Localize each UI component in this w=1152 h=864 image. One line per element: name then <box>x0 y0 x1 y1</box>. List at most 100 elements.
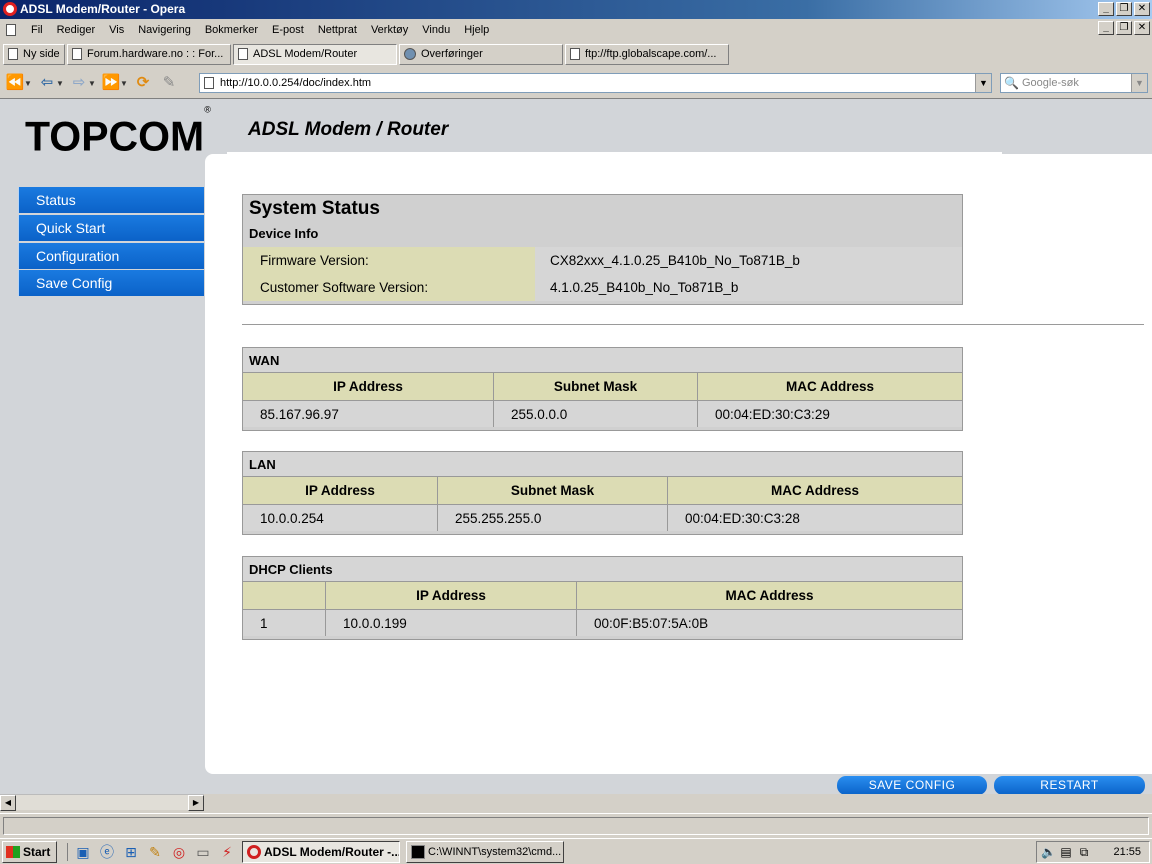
save-config-button[interactable]: SAVE CONFIG <box>837 776 987 794</box>
task-cmd[interactable]: C:\WINNT\system32\cmd... <box>406 840 564 863</box>
back-icon[interactable]: ⇦ <box>36 73 58 93</box>
cell-subnet-mask: 255.255.255.0 <box>438 504 668 531</box>
nav-save-config[interactable]: Save Config <box>18 270 204 297</box>
tab-label: ADSL Modem/Router <box>253 48 358 60</box>
tab-ftp-globalscape[interactable]: ftp://ftp.globalscape.com/... <box>565 43 729 65</box>
search-dropdown-icon[interactable]: ▼ <box>1131 74 1147 92</box>
system-tray: 🔈 ▤ ⧉ 21:55 <box>1036 841 1150 863</box>
desktop-icon[interactable]: ▣ <box>74 843 92 861</box>
menu-vindu[interactable]: Vindu <box>415 24 457 36</box>
menu-rediger[interactable]: Rediger <box>50 24 103 36</box>
reload-icon[interactable]: ⟳ <box>132 73 154 93</box>
nav-quick-start[interactable]: Quick Start <box>18 214 204 241</box>
forward-icon[interactable]: ⇨ <box>68 73 90 93</box>
header-subnet-mask: Subnet Mask <box>438 477 668 504</box>
tab-transfers[interactable]: Overføringer <box>399 43 563 65</box>
menu-verktoy[interactable]: Verktøy <box>364 24 415 36</box>
menu-hjelp[interactable]: Hjelp <box>457 24 496 36</box>
console-icon <box>411 844 425 859</box>
taskbar: Start ▣ ⓔ ⊞ ✎ ◎ ▭ ⚡ ADSL Modem/Router -.… <box>0 838 1152 864</box>
internet-explorer-icon[interactable]: ⓔ <box>98 843 116 861</box>
menu-e-post[interactable]: E-post <box>265 24 311 36</box>
search-field[interactable]: 🔍 Google-søk ▼ <box>1000 73 1148 93</box>
doc-restore-button[interactable]: ❐ <box>1116 21 1132 35</box>
cell-ip-address: 10.0.0.254 <box>243 504 438 531</box>
tab-forum-hardware[interactable]: Forum.hardware.no : : For... <box>67 43 231 65</box>
header-mac-address: MAC Address <box>577 582 962 609</box>
back-dropdown-icon[interactable]: ▼ <box>56 79 64 88</box>
tab-adsl-router[interactable]: ADSL Modem/Router <box>233 43 397 65</box>
document-icon <box>6 24 16 36</box>
page-icon <box>570 48 580 60</box>
doc-minimize-button[interactable]: _ <box>1098 21 1114 35</box>
fast-forward-dropdown-icon[interactable]: ▼ <box>120 79 128 88</box>
address-field[interactable]: http://10.0.0.254/doc/index.htm ▼ <box>199 73 992 93</box>
status-bar <box>0 813 1152 837</box>
nav-configuration[interactable]: Configuration <box>18 242 204 269</box>
table-header-row: IP Address Subnet Mask MAC Address <box>243 373 962 400</box>
task-label: C:\WINNT\system32\cmd... <box>428 845 562 858</box>
tab-label: ftp://ftp.globalscape.com/... <box>585 48 717 60</box>
info-value: 4.1.0.25_B410b_No_To871B_b <box>535 274 962 301</box>
menu-fil[interactable]: Fil <box>24 24 50 36</box>
page-icon <box>204 77 214 89</box>
tab-label: Ny side <box>23 48 60 60</box>
menu-bokmerker[interactable]: Bokmerker <box>198 24 265 36</box>
nav-status[interactable]: Status <box>18 187 204 213</box>
side-navigation: Status Quick Start Configuration Save Co… <box>18 187 204 298</box>
network-tray-icon[interactable]: ⧉ <box>1077 845 1091 859</box>
navigation-bar: ⏪ ▼ ⇦ ▼ ⇨ ▼ ⏩ ▼ ⟳ ✎ http://10.0.0.254/doc/in… <box>0 68 1152 98</box>
rewind-icon[interactable]: ⏪ <box>4 73 26 93</box>
pencil-icon[interactable]: ✎ <box>146 843 164 861</box>
rewind-dropdown-icon[interactable]: ▼ <box>24 79 32 88</box>
fast-forward-icon[interactable]: ⏩ <box>100 73 122 93</box>
quick-launch: ▣ ⓔ ⊞ ✎ ◎ ▭ ⚡ <box>67 842 236 861</box>
menu-bar: Fil Rediger Vis Navigering Bokmerker E-p… <box>0 19 1152 41</box>
address-dropdown-icon[interactable]: ▼ <box>975 74 991 92</box>
network-icon[interactable]: ⊞ <box>122 843 140 861</box>
search-placeholder: Google-søk <box>1022 77 1079 89</box>
table-header-row: IP Address Subnet Mask MAC Address <box>243 477 962 504</box>
scroll-right-icon[interactable]: ▶ <box>188 795 204 811</box>
filezilla-icon[interactable]: ⚡ <box>218 843 236 861</box>
info-row-firmware: Firmware Version: CX82xxx_4.1.0.25_B410b… <box>243 247 962 274</box>
info-value: CX82xxx_4.1.0.25_B410b_No_To871B_b <box>535 247 962 274</box>
edit-icon[interactable]: ✎ <box>158 73 180 93</box>
close-button[interactable]: ✕ <box>1134 2 1150 16</box>
cell-ip-address: 10.0.0.199 <box>326 609 577 636</box>
dhcp-clients-table: DHCP Clients IP Address MAC Address 1 10… <box>242 556 963 640</box>
volume-icon[interactable]: 🔈 <box>1041 845 1056 859</box>
lan-title: LAN <box>243 452 962 477</box>
info-key: Customer Software Version: <box>243 274 535 301</box>
search-icon: 🔍 <box>1004 76 1019 90</box>
header-mac-address: MAC Address <box>698 373 962 400</box>
window-title: ADSL Modem/Router - Opera <box>20 2 186 16</box>
cell-mac-address: 00:04:ED:30:C3:28 <box>668 504 962 531</box>
start-label: Start <box>23 844 51 859</box>
page-icon <box>72 48 82 60</box>
table-row: 85.167.96.97 255.0.0.0 00:04:ED:30:C3:29 <box>243 400 962 427</box>
drive-icon[interactable]: ▭ <box>194 843 212 861</box>
menu-navigering[interactable]: Navigering <box>131 24 198 36</box>
horizontal-scrollbar[interactable]: ◀ ▶ <box>0 794 204 811</box>
restore-button[interactable]: ❐ <box>1116 2 1132 16</box>
tab-new-page[interactable]: Ny side <box>3 43 65 65</box>
start-button[interactable]: Start <box>2 840 57 863</box>
usb-icon[interactable]: ▤ <box>1059 845 1073 859</box>
doc-close-button[interactable]: ✕ <box>1134 21 1150 35</box>
page-icon <box>8 48 18 60</box>
scroll-left-icon[interactable]: ◀ <box>0 795 16 811</box>
cell-mac-address: 00:04:ED:30:C3:29 <box>698 400 962 427</box>
task-label: ADSL Modem/Router -... <box>264 844 400 859</box>
menu-nettprat[interactable]: Nettprat <box>311 24 364 36</box>
wan-table: WAN IP Address Subnet Mask MAC Address 8… <box>242 347 963 431</box>
dhcp-title: DHCP Clients <box>243 557 962 582</box>
forward-dropdown-icon[interactable]: ▼ <box>88 79 96 88</box>
task-opera[interactable]: ADSL Modem/Router -... <box>242 840 400 863</box>
page-viewport: TOPCOM® ADSL Modem / Router Status Quick… <box>0 98 1152 794</box>
menu-vis[interactable]: Vis <box>102 24 131 36</box>
restart-button[interactable]: RESTART <box>994 776 1145 794</box>
header-ip-address: IP Address <box>326 582 577 609</box>
minimize-button[interactable]: _ <box>1098 2 1114 16</box>
opera-quicklaunch-icon[interactable]: ◎ <box>170 843 188 861</box>
